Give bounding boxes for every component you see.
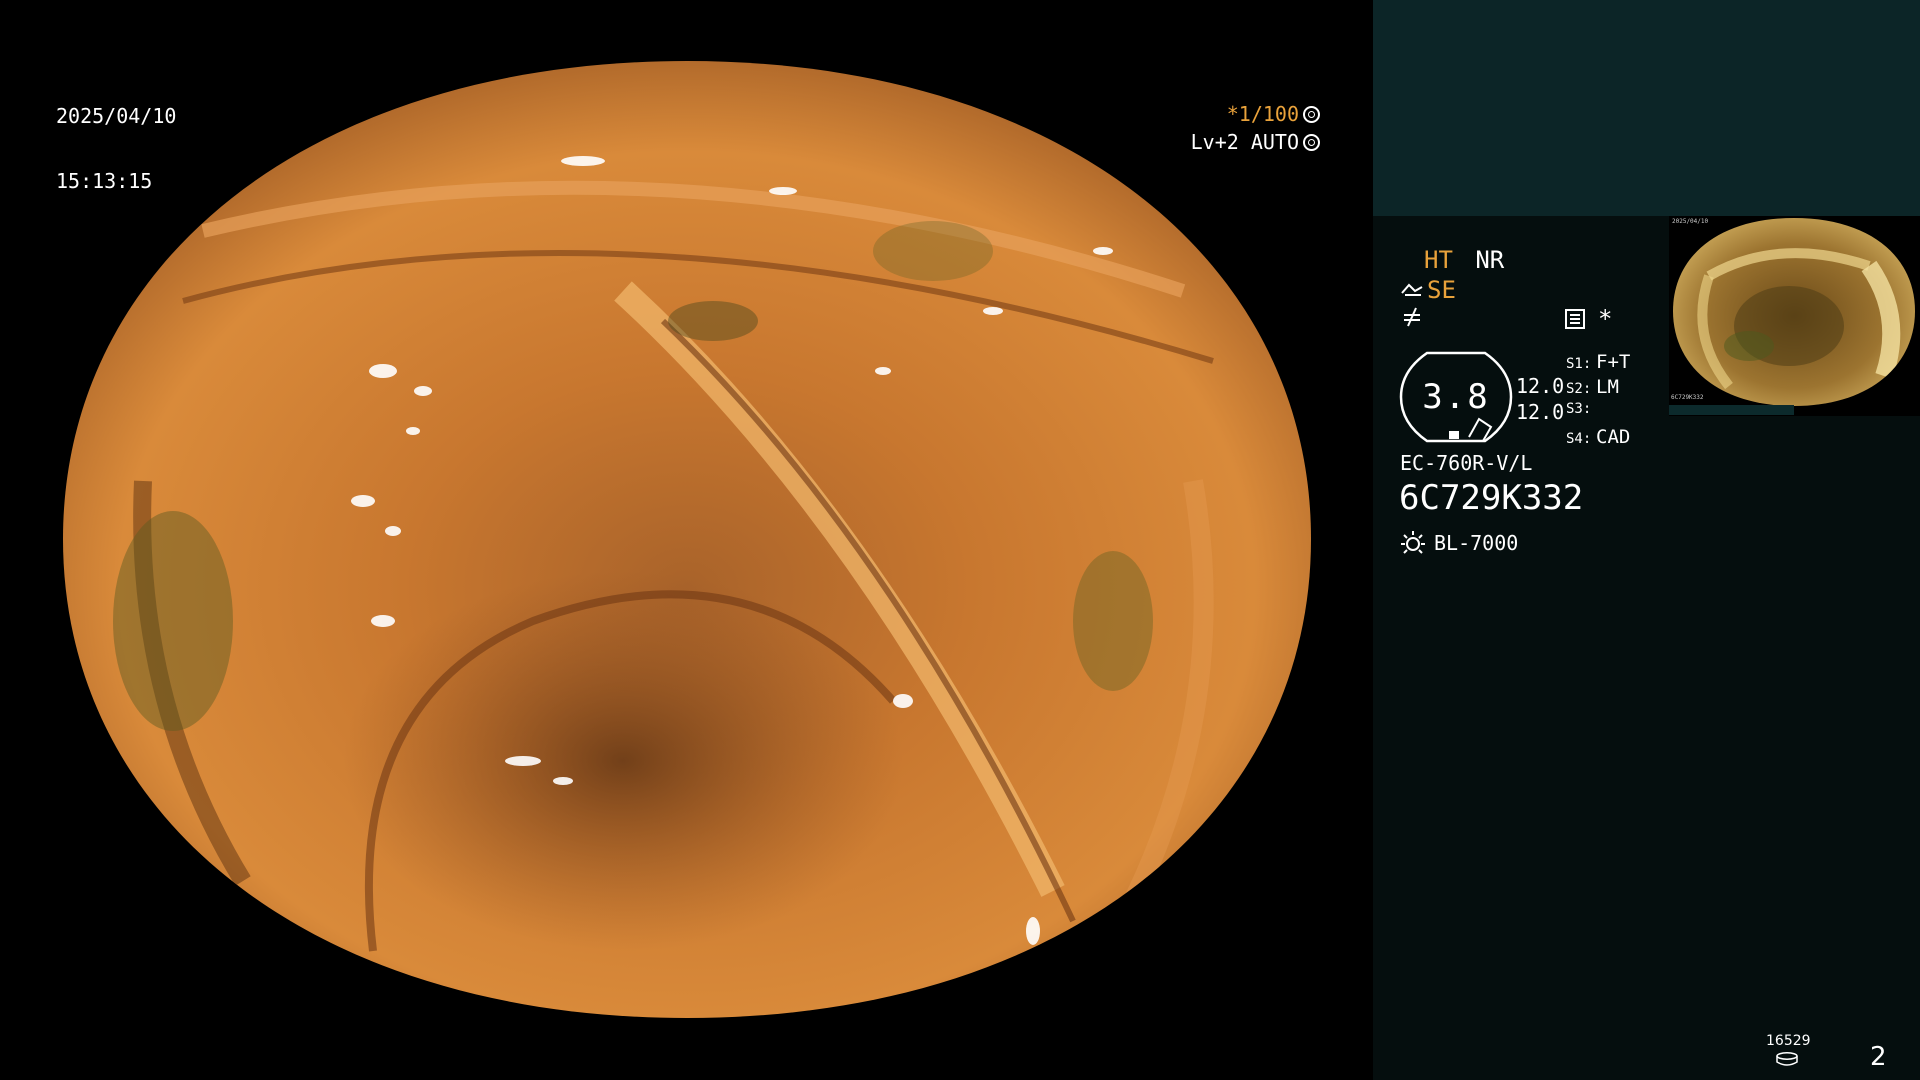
switch-value: LM	[1596, 376, 1619, 398]
record-settings-icon	[1565, 309, 1585, 329]
exam-time: 15:13:15	[56, 169, 153, 193]
endoscope-live-view	[63, 61, 1311, 1018]
switch-key: S3:	[1566, 401, 1592, 417]
light-source-model: BL-7000	[1434, 531, 1519, 555]
datetime-overlay: 2025/04/10 15:13:15	[56, 66, 176, 236]
enhancement-row: SE	[1401, 276, 1456, 304]
storage-disk-icon	[1776, 1052, 1798, 1066]
exposure-overlay: *1/100 Lv+2 AUTO	[1180, 100, 1320, 156]
switch-key: S4:	[1566, 431, 1592, 447]
gauge-readout: 12.0	[1516, 400, 1565, 424]
auto-iris-icon	[1303, 133, 1320, 151]
switch-row: S4: CAD	[1566, 426, 1630, 451]
gauge-readouts: 12.0 12.0	[1516, 374, 1564, 426]
switch-row: S1: F+T	[1566, 351, 1630, 376]
switch-key: S2:	[1566, 381, 1592, 397]
thumbnail-image	[1673, 218, 1915, 406]
aux-row	[1401, 306, 1423, 328]
gauge-readout: 12.0	[1516, 374, 1565, 398]
star-indicator: *	[1598, 305, 1613, 333]
captured-image-thumbnail[interactable]	[1669, 216, 1920, 416]
scope-switch-settings: S1: F+T S2: LM S3: S4: CAD	[1566, 351, 1630, 451]
shutter-speed: *1/100	[1226, 102, 1299, 126]
switch-row: S2: LM	[1566, 376, 1630, 401]
scope-tip-icon	[1401, 283, 1423, 296]
endoscopy-screen: 2025/04/10 15:13:15 *1/100 Lv+2 AUTO HT …	[0, 0, 1920, 1080]
shutter-dial-icon	[1303, 105, 1320, 123]
scope-serial: 6C729K332	[1399, 478, 1584, 518]
exam-date: 2025/04/10	[56, 104, 177, 128]
gauge-value: 3.8	[1422, 377, 1490, 417]
scope-model: EC-760R-V/L	[1400, 451, 1533, 475]
mode-indicators: HT NR	[1424, 246, 1512, 274]
structure-enhancement: SE	[1427, 276, 1456, 304]
switch-value: CAD	[1596, 426, 1631, 448]
colon-lumen-image	[63, 61, 1311, 1018]
thumbnail-status-bar	[1669, 405, 1794, 415]
light-source-icon	[1401, 531, 1425, 554]
light-source-row: BL-7000	[1400, 530, 1518, 556]
thumbnail-scope-id: 6C729K332	[1671, 394, 1704, 401]
switch-key: S1:	[1566, 356, 1592, 372]
mode-ht: HT	[1424, 246, 1453, 274]
not-equal-icon	[1404, 307, 1420, 327]
switch-row: S3:	[1566, 401, 1630, 426]
exposure-level: Lv+2 AUTO	[1190, 130, 1299, 154]
mode-nr: NR	[1475, 246, 1505, 274]
panel-header-area	[1373, 0, 1920, 216]
switch-value: F+T	[1596, 351, 1631, 373]
storage-remaining: 16529	[1766, 1033, 1811, 1049]
page-number: 2	[1870, 1042, 1887, 1072]
thumbnail-date: 2025/04/10	[1672, 218, 1709, 225]
